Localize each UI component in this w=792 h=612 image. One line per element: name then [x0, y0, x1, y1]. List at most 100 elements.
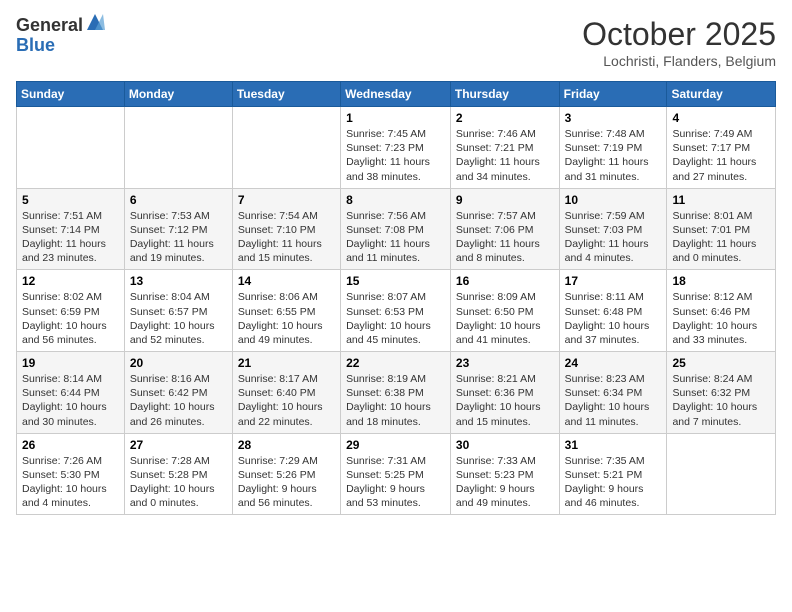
day-info: Sunrise: 7:59 AMSunset: 7:03 PMDaylight:…: [565, 209, 662, 266]
calendar-cell: 24 Sunrise: 8:23 AMSunset: 6:34 PMDayligh…: [559, 352, 667, 434]
day-number: 16: [456, 274, 554, 288]
day-info: Sunrise: 8:21 AMSunset: 6:36 PMDaylight:…: [456, 372, 554, 429]
day-number: 17: [565, 274, 662, 288]
day-number: 13: [130, 274, 227, 288]
day-info: Sunrise: 8:23 AMSunset: 6:34 PMDaylight:…: [565, 372, 662, 429]
calendar-cell: 8 Sunrise: 7:56 AMSunset: 7:08 PMDaylight…: [341, 188, 451, 270]
day-number: 24: [565, 356, 662, 370]
day-number: 10: [565, 193, 662, 207]
day-info: Sunrise: 7:29 AMSunset: 5:26 PMDaylight:…: [238, 454, 335, 511]
day-number: 5: [22, 193, 119, 207]
calendar-cell: 31 Sunrise: 7:35 AMSunset: 5:21 PMDayligh…: [559, 433, 667, 515]
day-number: 15: [346, 274, 445, 288]
day-info: Sunrise: 8:02 AMSunset: 6:59 PMDaylight:…: [22, 290, 119, 347]
day-number: 22: [346, 356, 445, 370]
calendar-cell: 16 Sunrise: 8:09 AMSunset: 6:50 PMDayligh…: [450, 270, 559, 352]
day-info: Sunrise: 7:31 AMSunset: 5:25 PMDaylight:…: [346, 454, 445, 511]
calendar-cell: 6 Sunrise: 7:53 AMSunset: 7:12 PMDaylight…: [124, 188, 232, 270]
calendar-cell: 3 Sunrise: 7:48 AMSunset: 7:19 PMDaylight…: [559, 107, 667, 189]
day-number: 23: [456, 356, 554, 370]
day-number: 27: [130, 438, 227, 452]
day-info: Sunrise: 8:06 AMSunset: 6:55 PMDaylight:…: [238, 290, 335, 347]
weekday-header-tuesday: Tuesday: [232, 82, 340, 107]
calendar-cell: 11 Sunrise: 8:01 AMSunset: 7:01 PMDayligh…: [667, 188, 776, 270]
day-number: 6: [130, 193, 227, 207]
calendar-cell: 18Sunrise: 8:12 AMSunset: 6:46 PMDayligh…: [667, 270, 776, 352]
weekday-header-wednesday: Wednesday: [341, 82, 451, 107]
day-info: Sunrise: 8:09 AMSunset: 6:50 PMDaylight:…: [456, 290, 554, 347]
calendar-cell: 1 Sunrise: 7:45 AMSunset: 7:23 PMDaylight…: [341, 107, 451, 189]
day-info: Sunrise: 7:49 AMSunset: 7:17 PMDaylight:…: [672, 127, 770, 184]
weekday-header-sunday: Sunday: [17, 82, 125, 107]
day-info: Sunrise: 7:48 AMSunset: 7:19 PMDaylight:…: [565, 127, 662, 184]
day-info: Sunrise: 7:26 AMSunset: 5:30 PMDaylight:…: [22, 454, 119, 511]
calendar-cell: 5Sunrise: 7:51 AMSunset: 7:14 PMDaylight…: [17, 188, 125, 270]
calendar-cell: 7Sunrise: 7:54 AMSunset: 7:10 PMDaylight…: [232, 188, 340, 270]
calendar-cell: 29 Sunrise: 7:31 AMSunset: 5:25 PMDayligh…: [341, 433, 451, 515]
day-info: Sunrise: 8:07 AMSunset: 6:53 PMDaylight:…: [346, 290, 445, 347]
calendar-cell: [124, 107, 232, 189]
day-info: Sunrise: 7:57 AMSunset: 7:06 PMDaylight:…: [456, 209, 554, 266]
logo: General Blue: [16, 16, 105, 56]
day-info: Sunrise: 8:19 AMSunset: 6:38 PMDaylight:…: [346, 372, 445, 429]
day-number: 14: [238, 274, 335, 288]
calendar-cell: 10 Sunrise: 7:59 AMSunset: 7:03 PMDayligh…: [559, 188, 667, 270]
weekday-header-friday: Friday: [559, 82, 667, 107]
calendar-cell: [667, 433, 776, 515]
day-info: Sunrise: 7:54 AMSunset: 7:10 PMDaylight:…: [238, 209, 335, 266]
calendar-cell: 15 Sunrise: 8:07 AMSunset: 6:53 PMDayligh…: [341, 270, 451, 352]
calendar-table: SundayMondayTuesdayWednesdayThursdayFrid…: [16, 81, 776, 515]
logo-general-text: General: [16, 16, 83, 36]
day-number: 9: [456, 193, 554, 207]
day-number: 30: [456, 438, 554, 452]
day-info: Sunrise: 7:56 AMSunset: 7:08 PMDaylight:…: [346, 209, 445, 266]
weekday-header-thursday: Thursday: [450, 82, 559, 107]
day-number: 19: [22, 356, 119, 370]
day-number: 1: [346, 111, 445, 125]
calendar-cell: 4 Sunrise: 7:49 AMSunset: 7:17 PMDaylight…: [667, 107, 776, 189]
calendar-cell: 23 Sunrise: 8:21 AMSunset: 6:36 PMDayligh…: [450, 352, 559, 434]
day-number: 25: [672, 356, 770, 370]
weekday-header-saturday: Saturday: [667, 82, 776, 107]
day-info: Sunrise: 7:46 AMSunset: 7:21 PMDaylight:…: [456, 127, 554, 184]
day-info: Sunrise: 7:28 AMSunset: 5:28 PMDaylight:…: [130, 454, 227, 511]
day-info: Sunrise: 8:12 AMSunset: 6:46 PMDaylight:…: [672, 290, 770, 347]
calendar-cell: 14 Sunrise: 8:06 AMSunset: 6:55 PMDayligh…: [232, 270, 340, 352]
day-info: Sunrise: 7:33 AMSunset: 5:23 PMDaylight:…: [456, 454, 554, 511]
title-block: October 2025 Lochristi, Flanders, Belgiu…: [582, 16, 776, 69]
day-info: Sunrise: 8:16 AMSunset: 6:42 PMDaylight:…: [130, 372, 227, 429]
month-title: October 2025: [582, 16, 776, 53]
day-info: Sunrise: 8:14 AMSunset: 6:44 PMDaylight:…: [22, 372, 119, 429]
day-number: 20: [130, 356, 227, 370]
weekday-header-row: SundayMondayTuesdayWednesdayThursdayFrid…: [17, 82, 776, 107]
week-row-3: 12Sunrise: 8:02 AMSunset: 6:59 PMDayligh…: [17, 270, 776, 352]
calendar-cell: 19 Sunrise: 8:14 AMSunset: 6:44 PMDayligh…: [17, 352, 125, 434]
day-number: 4: [672, 111, 770, 125]
week-row-2: 5Sunrise: 7:51 AMSunset: 7:14 PMDaylight…: [17, 188, 776, 270]
day-info: Sunrise: 7:53 AMSunset: 7:12 PMDaylight:…: [130, 209, 227, 266]
calendar-cell: 30 Sunrise: 7:33 AMSunset: 5:23 PMDayligh…: [450, 433, 559, 515]
day-number: 11: [672, 193, 770, 207]
day-info: Sunrise: 7:35 AMSunset: 5:21 PMDaylight:…: [565, 454, 662, 511]
week-row-4: 19 Sunrise: 8:14 AMSunset: 6:44 PMDayligh…: [17, 352, 776, 434]
day-info: Sunrise: 8:04 AMSunset: 6:57 PMDaylight:…: [130, 290, 227, 347]
calendar-cell: 12Sunrise: 8:02 AMSunset: 6:59 PMDayligh…: [17, 270, 125, 352]
logo-icon: [85, 12, 105, 32]
day-number: 31: [565, 438, 662, 452]
calendar-cell: 27 Sunrise: 7:28 AMSunset: 5:28 PMDayligh…: [124, 433, 232, 515]
location-text: Lochristi, Flanders, Belgium: [582, 53, 776, 69]
week-row-5: 26 Sunrise: 7:26 AMSunset: 5:30 PMDayligh…: [17, 433, 776, 515]
calendar-cell: 28Sunrise: 7:29 AMSunset: 5:26 PMDayligh…: [232, 433, 340, 515]
day-info: Sunrise: 8:17 AMSunset: 6:40 PMDaylight:…: [238, 372, 335, 429]
day-number: 21: [238, 356, 335, 370]
day-number: 3: [565, 111, 662, 125]
day-number: 2: [456, 111, 554, 125]
calendar-cell: 20 Sunrise: 8:16 AMSunset: 6:42 PMDayligh…: [124, 352, 232, 434]
day-number: 26: [22, 438, 119, 452]
calendar-cell: 22 Sunrise: 8:19 AMSunset: 6:38 PMDayligh…: [341, 352, 451, 434]
day-number: 8: [346, 193, 445, 207]
day-info: Sunrise: 7:45 AMSunset: 7:23 PMDaylight:…: [346, 127, 445, 184]
day-number: 29: [346, 438, 445, 452]
calendar-cell: 13 Sunrise: 8:04 AMSunset: 6:57 PMDayligh…: [124, 270, 232, 352]
day-info: Sunrise: 8:01 AMSunset: 7:01 PMDaylight:…: [672, 209, 770, 266]
